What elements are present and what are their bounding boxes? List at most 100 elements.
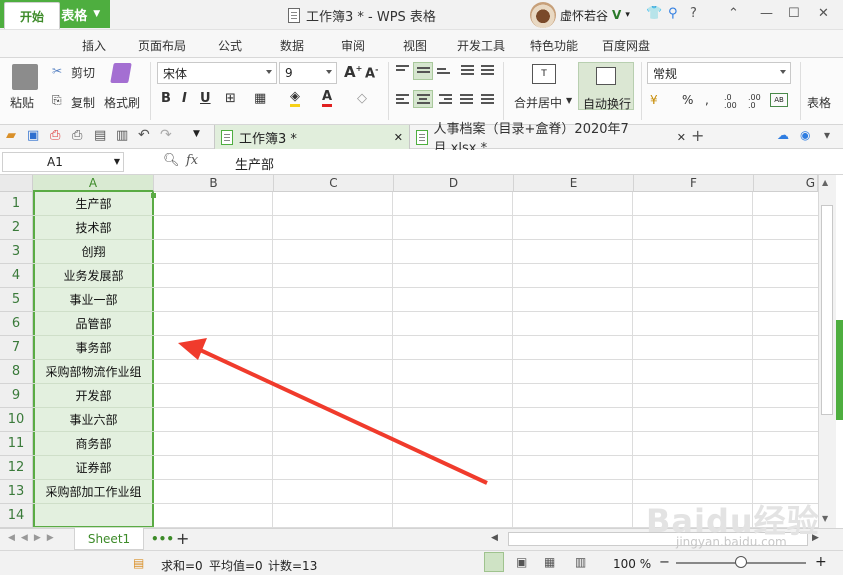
side-panel-toggle[interactable] — [836, 320, 843, 420]
convert-icon[interactable]: AB — [770, 93, 788, 107]
row-header-8[interactable]: 8 — [0, 360, 33, 384]
align-right-icon[interactable] — [439, 94, 452, 105]
align-center-icon[interactable] — [417, 94, 430, 105]
doc-tab-active[interactable]: 工作簿3 * ✕ — [214, 125, 410, 149]
macro-icon[interactable]: ▤ — [133, 556, 144, 570]
chevron-down-icon[interactable]: ▼ — [193, 129, 200, 139]
font-size-select[interactable]: 9 — [279, 62, 337, 84]
increase-decimal-icon[interactable]: .0.00 — [724, 94, 737, 110]
share-icon[interactable]: ⚲ — [668, 6, 678, 21]
merge-center-button[interactable]: 合并居中 — [514, 94, 562, 111]
zoom-out-icon[interactable]: − — [659, 555, 670, 570]
cell-a8[interactable]: 采购部物流作业组 — [33, 360, 154, 384]
page-break-view-icon[interactable]: ▥ — [575, 555, 586, 569]
justify-icon[interactable] — [460, 94, 473, 105]
insert-function-button[interactable]: fx — [186, 153, 198, 168]
decrease-font-icon[interactable]: A- — [365, 65, 378, 81]
row-header-12[interactable]: 12 — [0, 456, 33, 480]
bold-icon[interactable]: B — [161, 91, 171, 106]
row-header-1[interactable]: 1 — [0, 192, 33, 216]
tab-special-features[interactable]: 特色功能 — [530, 37, 578, 54]
row-header-4[interactable]: 4 — [0, 264, 33, 288]
vertical-scroll-thumb[interactable] — [821, 205, 833, 415]
add-sheet-icon[interactable]: + — [176, 529, 189, 548]
close-tab-icon[interactable]: ✕ — [394, 131, 403, 144]
sheet-tab-sheet1[interactable]: Sheet1 — [74, 528, 144, 550]
column-header-c[interactable]: C — [274, 175, 394, 192]
distributed-icon[interactable] — [481, 94, 494, 105]
font-name-select[interactable]: 宋体 — [157, 62, 277, 84]
align-bottom-icon[interactable] — [437, 68, 450, 79]
cell-a5[interactable]: 事业一部 — [33, 288, 154, 312]
reading-view-icon[interactable]: ▣ — [516, 555, 527, 569]
skin-icon[interactable]: 👕 — [646, 6, 662, 21]
scroll-up-icon[interactable]: ▲ — [822, 178, 828, 187]
cloud-icon[interactable]: ☁ — [777, 128, 789, 142]
new-tab-icon[interactable]: + — [691, 126, 704, 145]
save-icon[interactable]: ▣ — [27, 128, 39, 143]
export-pdf-icon[interactable]: ⎙ — [50, 128, 60, 143]
paste-button[interactable]: 粘贴 — [10, 94, 34, 111]
align-top-icon[interactable] — [396, 65, 409, 76]
page-layout-view-icon[interactable]: ▦ — [544, 555, 555, 569]
underline-icon[interactable]: U — [200, 91, 211, 106]
font-color-icon[interactable]: A — [322, 89, 333, 107]
redo-icon[interactable]: ↷ — [160, 127, 172, 143]
paste-icon[interactable] — [12, 64, 38, 90]
minimize-workbook-icon[interactable]: ▾ — [824, 128, 830, 142]
cell-a11[interactable]: 商务部 — [33, 432, 154, 456]
doc-tab[interactable]: 人事档案（目录+盒脊）2020年7月.xlsx * ✕ — [412, 122, 686, 156]
collapse-ribbon-icon[interactable]: ⌃ — [728, 6, 739, 21]
tab-home[interactable]: 开始 — [4, 2, 60, 29]
cell-a12[interactable]: 证券部 — [33, 456, 154, 480]
copy-button[interactable]: 复制 — [71, 94, 95, 111]
format-painter-button[interactable]: 格式刷 — [104, 94, 140, 111]
wrap-text-button[interactable]: 自动换行 — [578, 62, 634, 111]
row-header-2[interactable]: 2 — [0, 216, 33, 240]
table-style-button[interactable]: 表格 — [807, 94, 831, 111]
cell-style-icon[interactable]: ▦ — [254, 91, 266, 106]
cell-a10[interactable]: 事业六部 — [33, 408, 154, 432]
cell-a4[interactable]: 业务发展部 — [33, 264, 154, 288]
row-header-7[interactable]: 7 — [0, 336, 33, 360]
column-header-f[interactable]: F — [634, 175, 754, 192]
cell-a3[interactable]: 创翔 — [33, 240, 154, 264]
tab-review[interactable]: 审阅 — [341, 37, 365, 54]
cell-a7[interactable]: 事务部 — [33, 336, 154, 360]
cell-a13[interactable]: 采购部加工作业组 — [33, 480, 154, 504]
spell-check-icon[interactable]: ▥ — [116, 128, 128, 143]
cell-a1[interactable]: 生产部 — [33, 192, 154, 216]
select-all-corner[interactable] — [0, 175, 33, 192]
fill-color-icon[interactable]: ◈ — [290, 89, 300, 107]
column-header-a[interactable]: A — [33, 175, 154, 192]
row-header-9[interactable]: 9 — [0, 384, 33, 408]
sheet-nav-icons[interactable]: ◀◀▶▶ — [8, 533, 60, 543]
scroll-down-icon[interactable]: ▼ — [822, 514, 828, 523]
row-header-14[interactable]: 14 — [0, 504, 33, 528]
print-icon[interactable]: ⎙ — [72, 128, 82, 143]
currency-icon[interactable]: ¥ — [650, 93, 658, 107]
row-header-5[interactable]: 5 — [0, 288, 33, 312]
user-account[interactable]: 虚怀若谷 V ▾ — [530, 2, 630, 28]
cell-a6[interactable]: 品管部 — [33, 312, 154, 336]
help-icon[interactable]: ? — [690, 6, 697, 21]
tab-baidu-netdisk[interactable]: 百度网盘 — [602, 37, 650, 54]
clear-format-icon[interactable]: ◇ — [357, 91, 367, 106]
close-icon[interactable]: ✕ — [818, 6, 829, 21]
align-middle-icon[interactable] — [417, 67, 430, 78]
zoom-level[interactable]: 100 % — [613, 557, 651, 571]
tab-data[interactable]: 数据 — [280, 37, 304, 54]
align-left-icon[interactable] — [396, 94, 409, 105]
print-preview-icon[interactable]: ▤ — [94, 128, 106, 143]
scroll-left-icon[interactable]: ◀ — [491, 533, 498, 543]
italic-icon[interactable]: I — [182, 91, 187, 106]
more-sheets-icon[interactable]: ••• — [151, 532, 174, 546]
zoom-in-icon[interactable]: + — [815, 554, 827, 570]
row-header-13[interactable]: 13 — [0, 480, 33, 504]
indent-increase-icon[interactable] — [481, 65, 494, 76]
decrease-decimal-icon[interactable]: .00.0 — [748, 94, 761, 110]
row-header-10[interactable]: 10 — [0, 408, 33, 432]
row-header-3[interactable]: 3 — [0, 240, 33, 264]
cell-a2[interactable]: 技术部 — [33, 216, 154, 240]
tab-developer[interactable]: 开发工具 — [457, 37, 505, 54]
